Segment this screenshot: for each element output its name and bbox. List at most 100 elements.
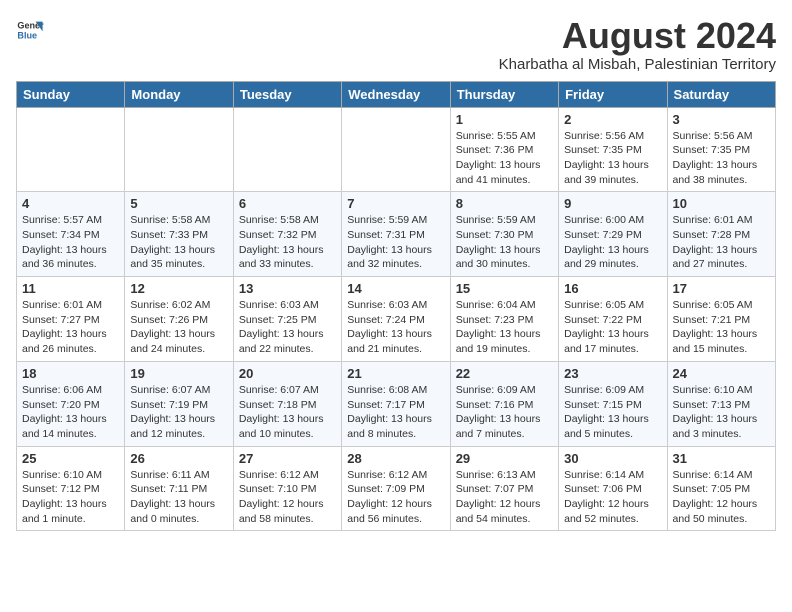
month-year-title: August 2024 xyxy=(499,16,776,56)
location-subtitle: Kharbatha al Misbah, Palestinian Territo… xyxy=(499,56,776,73)
day-info: Sunrise: 6:07 AM Sunset: 7:19 PM Dayligh… xyxy=(130,383,227,442)
calendar-cell: 4 Sunrise: 5:57 AM Sunset: 7:34 PM Daylig… xyxy=(17,192,125,277)
day-number: 28 xyxy=(347,451,444,466)
day-number: 1 xyxy=(456,112,553,127)
calendar-cell xyxy=(125,107,233,192)
day-number: 23 xyxy=(564,366,661,381)
calendar-cell: 1Sunrise: 5:55 AM Sunset: 7:36 PM Daylig… xyxy=(450,107,558,192)
day-number: 26 xyxy=(130,451,227,466)
calendar-cell: 12 Sunrise: 6:02 AM Sunset: 7:26 PM Dayli… xyxy=(125,277,233,362)
calendar-cell xyxy=(17,107,125,192)
calendar-cell xyxy=(342,107,450,192)
day-info: Sunrise: 6:03 AM Sunset: 7:24 PM Dayligh… xyxy=(347,298,444,357)
day-number: 6 xyxy=(239,196,336,211)
day-number: 7 xyxy=(347,196,444,211)
day-number: 9 xyxy=(564,196,661,211)
day-info: Sunrise: 5:59 AM Sunset: 7:30 PM Dayligh… xyxy=(456,213,553,272)
day-info: Sunrise: 6:05 AM Sunset: 7:21 PM Dayligh… xyxy=(673,298,770,357)
day-info: Sunrise: 6:07 AM Sunset: 7:18 PM Dayligh… xyxy=(239,383,336,442)
day-number: 19 xyxy=(130,366,227,381)
calendar-cell: 17 Sunrise: 6:05 AM Sunset: 7:21 PM Dayli… xyxy=(667,277,775,362)
weekday-header-monday: Monday xyxy=(125,81,233,107)
weekday-header-tuesday: Tuesday xyxy=(233,81,341,107)
weekday-header-saturday: Saturday xyxy=(667,81,775,107)
calendar-cell: 26 Sunrise: 6:11 AM Sunset: 7:11 PM Dayli… xyxy=(125,446,233,531)
day-number: 27 xyxy=(239,451,336,466)
day-number: 29 xyxy=(456,451,553,466)
weekday-header-sunday: Sunday xyxy=(17,81,125,107)
day-info: Sunrise: 6:12 AM Sunset: 7:09 PM Dayligh… xyxy=(347,468,444,527)
day-number: 25 xyxy=(22,451,119,466)
calendar-cell: 16Sunrise: 6:05 AM Sunset: 7:22 PM Dayli… xyxy=(559,277,667,362)
day-info: Sunrise: 5:59 AM Sunset: 7:31 PM Dayligh… xyxy=(347,213,444,272)
day-info: Sunrise: 6:02 AM Sunset: 7:26 PM Dayligh… xyxy=(130,298,227,357)
day-number: 17 xyxy=(673,281,770,296)
day-info: Sunrise: 6:05 AM Sunset: 7:22 PM Dayligh… xyxy=(564,298,661,357)
day-info: Sunrise: 6:01 AM Sunset: 7:28 PM Dayligh… xyxy=(673,213,770,272)
weekday-header-wednesday: Wednesday xyxy=(342,81,450,107)
day-number: 5 xyxy=(130,196,227,211)
day-info: Sunrise: 6:13 AM Sunset: 7:07 PM Dayligh… xyxy=(456,468,553,527)
day-info: Sunrise: 6:12 AM Sunset: 7:10 PM Dayligh… xyxy=(239,468,336,527)
calendar-week-row: 18 Sunrise: 6:06 AM Sunset: 7:20 PM Dayli… xyxy=(17,361,776,446)
day-info: Sunrise: 6:09 AM Sunset: 7:15 PM Dayligh… xyxy=(564,383,661,442)
calendar-cell: 2Sunrise: 5:56 AM Sunset: 7:35 PM Daylig… xyxy=(559,107,667,192)
calendar-cell: 6 Sunrise: 5:58 AM Sunset: 7:32 PM Daylig… xyxy=(233,192,341,277)
calendar-week-row: 4 Sunrise: 5:57 AM Sunset: 7:34 PM Daylig… xyxy=(17,192,776,277)
calendar-cell: 18 Sunrise: 6:06 AM Sunset: 7:20 PM Dayli… xyxy=(17,361,125,446)
day-info: Sunrise: 6:11 AM Sunset: 7:11 PM Dayligh… xyxy=(130,468,227,527)
day-info: Sunrise: 5:58 AM Sunset: 7:33 PM Dayligh… xyxy=(130,213,227,272)
calendar-cell: 20 Sunrise: 6:07 AM Sunset: 7:18 PM Dayli… xyxy=(233,361,341,446)
calendar-cell: 14Sunrise: 6:03 AM Sunset: 7:24 PM Dayli… xyxy=(342,277,450,362)
day-number: 4 xyxy=(22,196,119,211)
day-info: Sunrise: 6:04 AM Sunset: 7:23 PM Dayligh… xyxy=(456,298,553,357)
calendar-cell: 31Sunrise: 6:14 AM Sunset: 7:05 PM Dayli… xyxy=(667,446,775,531)
calendar-cell: 10 Sunrise: 6:01 AM Sunset: 7:28 PM Dayli… xyxy=(667,192,775,277)
day-number: 3 xyxy=(673,112,770,127)
day-number: 21 xyxy=(347,366,444,381)
calendar-cell: 13 Sunrise: 6:03 AM Sunset: 7:25 PM Dayli… xyxy=(233,277,341,362)
calendar-cell: 7 Sunrise: 5:59 AM Sunset: 7:31 PM Daylig… xyxy=(342,192,450,277)
day-info: Sunrise: 5:56 AM Sunset: 7:35 PM Dayligh… xyxy=(673,129,770,188)
day-number: 30 xyxy=(564,451,661,466)
day-info: Sunrise: 5:58 AM Sunset: 7:32 PM Dayligh… xyxy=(239,213,336,272)
day-number: 15 xyxy=(456,281,553,296)
day-number: 18 xyxy=(22,366,119,381)
weekday-header-friday: Friday xyxy=(559,81,667,107)
calendar-cell: 5 Sunrise: 5:58 AM Sunset: 7:33 PM Daylig… xyxy=(125,192,233,277)
day-info: Sunrise: 6:03 AM Sunset: 7:25 PM Dayligh… xyxy=(239,298,336,357)
calendar-cell: 8Sunrise: 5:59 AM Sunset: 7:30 PM Daylig… xyxy=(450,192,558,277)
calendar-header-row: SundayMondayTuesdayWednesdayThursdayFrid… xyxy=(17,81,776,107)
calendar-cell: 21 Sunrise: 6:08 AM Sunset: 7:17 PM Dayli… xyxy=(342,361,450,446)
day-number: 2 xyxy=(564,112,661,127)
calendar-week-row: 25Sunrise: 6:10 AM Sunset: 7:12 PM Dayli… xyxy=(17,446,776,531)
calendar-cell: 27 Sunrise: 6:12 AM Sunset: 7:10 PM Dayli… xyxy=(233,446,341,531)
day-number: 10 xyxy=(673,196,770,211)
calendar-cell: 25Sunrise: 6:10 AM Sunset: 7:12 PM Dayli… xyxy=(17,446,125,531)
calendar-cell: 29 Sunrise: 6:13 AM Sunset: 7:07 PM Dayli… xyxy=(450,446,558,531)
svg-text:Blue: Blue xyxy=(17,30,37,40)
day-info: Sunrise: 5:57 AM Sunset: 7:34 PM Dayligh… xyxy=(22,213,119,272)
day-info: Sunrise: 6:00 AM Sunset: 7:29 PM Dayligh… xyxy=(564,213,661,272)
day-info: Sunrise: 6:06 AM Sunset: 7:20 PM Dayligh… xyxy=(22,383,119,442)
calendar-cell: 3 Sunrise: 5:56 AM Sunset: 7:35 PM Daylig… xyxy=(667,107,775,192)
weekday-header-thursday: Thursday xyxy=(450,81,558,107)
calendar-cell: 24Sunrise: 6:10 AM Sunset: 7:13 PM Dayli… xyxy=(667,361,775,446)
day-info: Sunrise: 6:14 AM Sunset: 7:05 PM Dayligh… xyxy=(673,468,770,527)
logo: General Blue xyxy=(16,16,44,44)
calendar-cell: 23 Sunrise: 6:09 AM Sunset: 7:15 PM Dayli… xyxy=(559,361,667,446)
day-number: 13 xyxy=(239,281,336,296)
day-info: Sunrise: 6:10 AM Sunset: 7:13 PM Dayligh… xyxy=(673,383,770,442)
day-number: 12 xyxy=(130,281,227,296)
title-block: August 2024 Kharbatha al Misbah, Palesti… xyxy=(499,16,776,73)
day-info: Sunrise: 6:14 AM Sunset: 7:06 PM Dayligh… xyxy=(564,468,661,527)
day-number: 11 xyxy=(22,281,119,296)
day-info: Sunrise: 6:08 AM Sunset: 7:17 PM Dayligh… xyxy=(347,383,444,442)
calendar-table: SundayMondayTuesdayWednesdayThursdayFrid… xyxy=(16,81,776,532)
calendar-week-row: 1Sunrise: 5:55 AM Sunset: 7:36 PM Daylig… xyxy=(17,107,776,192)
logo-icon: General Blue xyxy=(16,16,44,44)
calendar-cell xyxy=(233,107,341,192)
calendar-cell: 30 Sunrise: 6:14 AM Sunset: 7:06 PM Dayli… xyxy=(559,446,667,531)
day-number: 20 xyxy=(239,366,336,381)
day-number: 22 xyxy=(456,366,553,381)
